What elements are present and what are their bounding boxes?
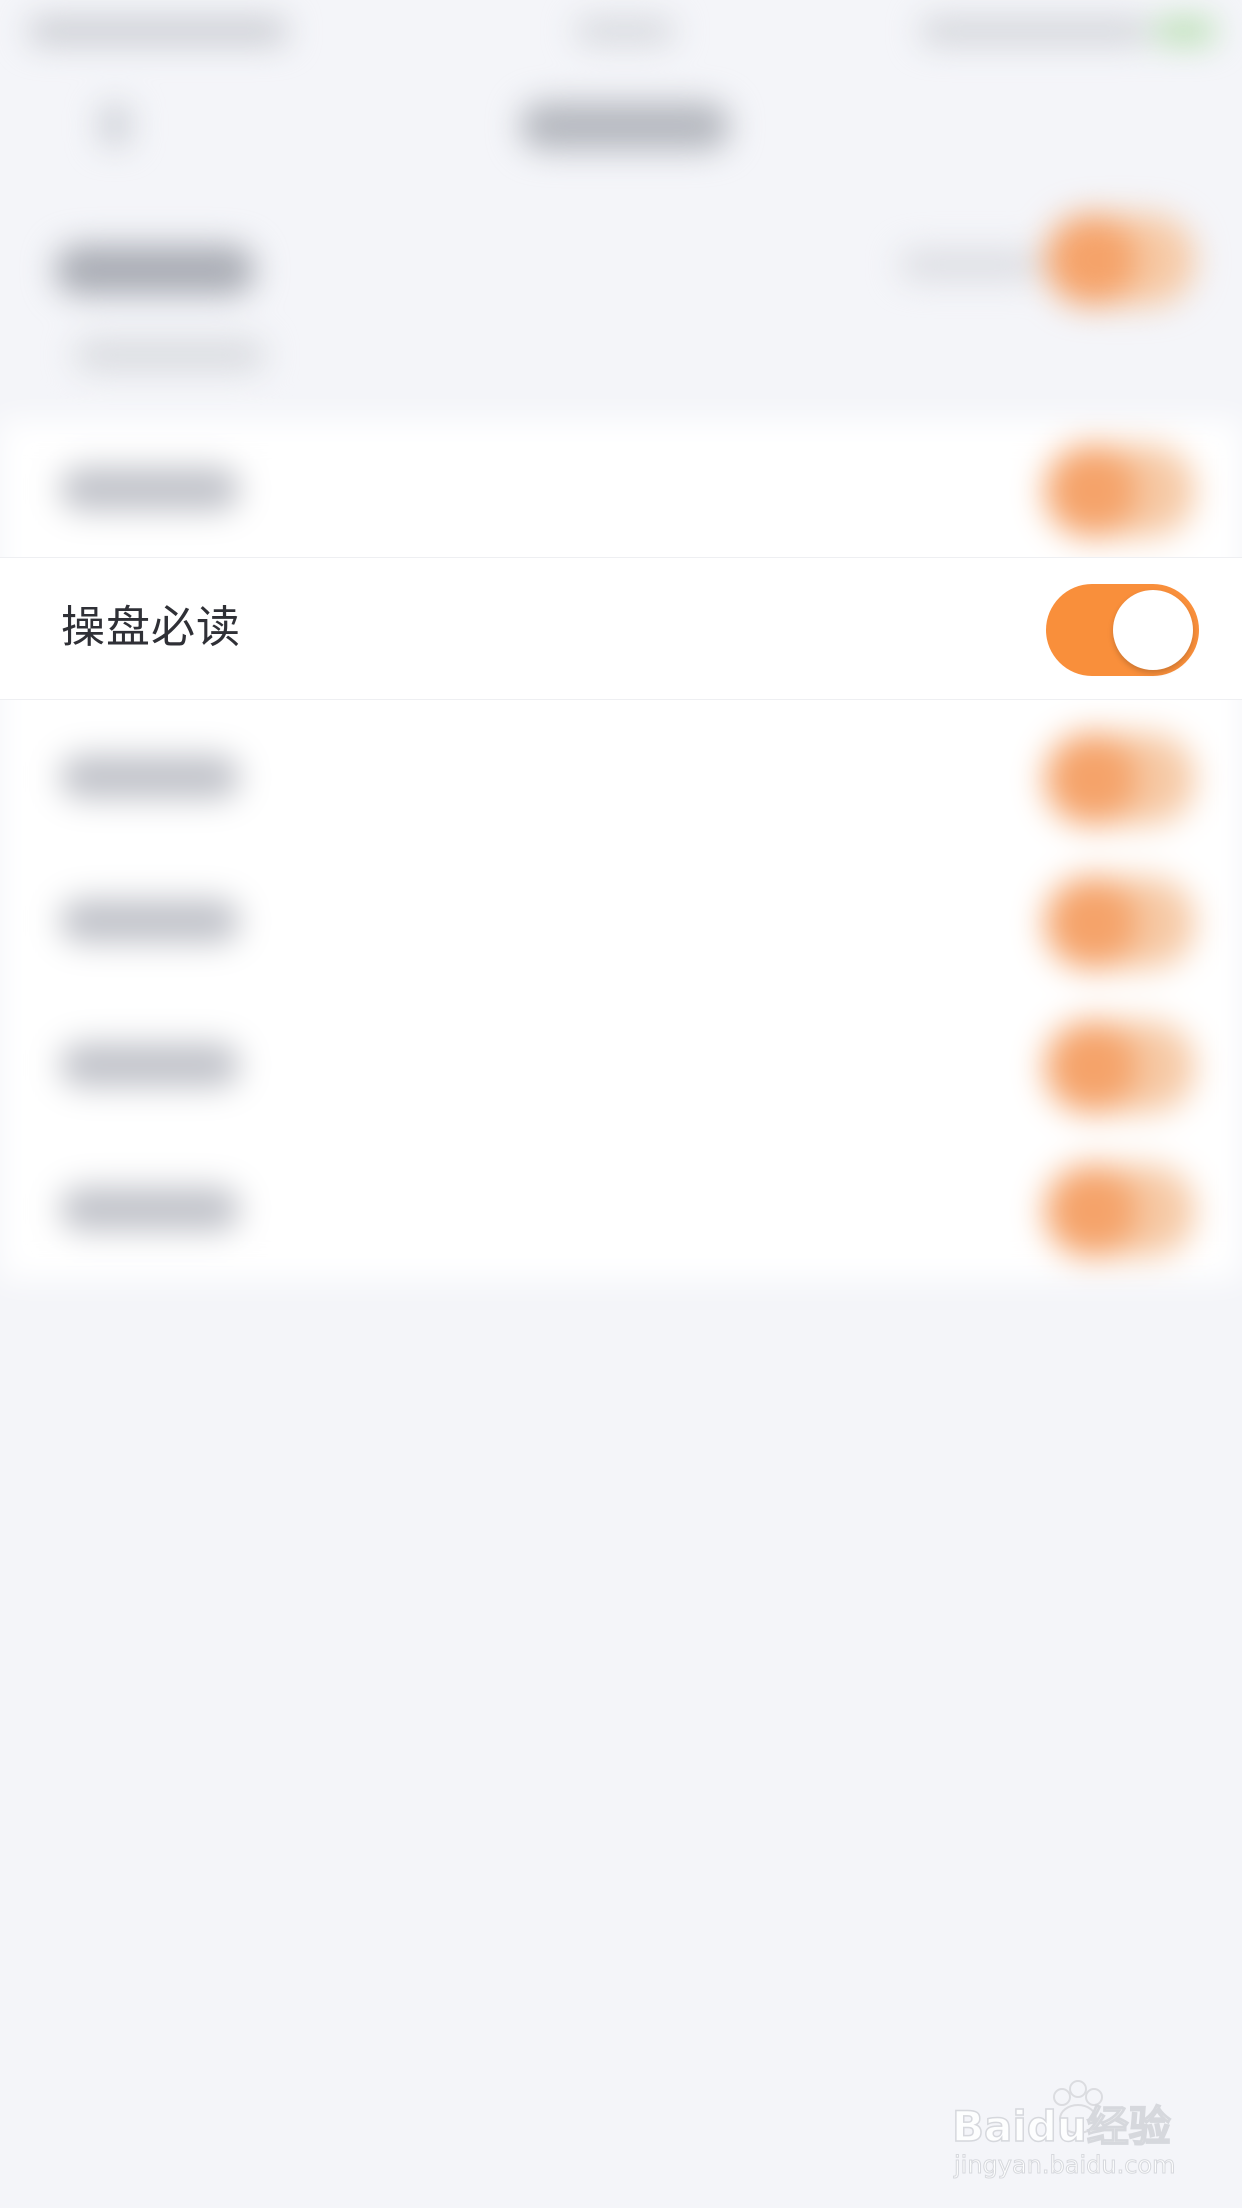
settings-row-label [60, 755, 240, 799]
status-time [575, 18, 675, 44]
section-note [900, 250, 1040, 280]
navigation-bar [0, 60, 1242, 190]
blurred-background [0, 0, 1242, 2208]
settings-row [0, 415, 1242, 559]
settings-list [0, 420, 1242, 1280]
status-carrier [28, 18, 288, 44]
section-header [0, 190, 1242, 420]
master-toggle[interactable] [1045, 214, 1195, 306]
watermark-logo: Baidu经验 jingyan.baidu.com [951, 2080, 1176, 2180]
settings-row [0, 1135, 1242, 1279]
section-subtitle [75, 340, 265, 370]
setting-row-caopan-bidu[interactable]: 操盘必读 [0, 557, 1242, 700]
status-indicators [920, 18, 1150, 44]
settings-row-label [60, 1187, 240, 1231]
settings-row [0, 703, 1242, 847]
caopan-bidu-toggle[interactable] [1046, 584, 1199, 676]
master-toggle-row [0, 184, 1242, 328]
status-bar [0, 0, 1242, 60]
setting-row-label: 操盘必读 [61, 602, 241, 653]
settings-row-toggle[interactable] [1045, 445, 1195, 537]
settings-row [0, 991, 1242, 1135]
watermark-url: jingyan.baidu.com [953, 2151, 1175, 2179]
page-title [520, 102, 730, 150]
settings-row-label [60, 467, 240, 511]
settings-row-toggle[interactable] [1045, 733, 1195, 825]
settings-row-label [60, 899, 240, 943]
settings-row-toggle[interactable] [1045, 1021, 1195, 1113]
toggle-knob [1113, 590, 1193, 670]
section-title [55, 245, 255, 295]
settings-row-label [60, 1043, 240, 1087]
baidu-jingyan-watermark: Baidu经验 jingyan.baidu.com [950, 2075, 1210, 2185]
settings-row-toggle[interactable] [1045, 877, 1195, 969]
settings-row [0, 847, 1242, 991]
watermark-brand: Baidu经验 [952, 2102, 1171, 2151]
battery-icon [1155, 18, 1215, 44]
settings-row-toggle[interactable] [1045, 1165, 1195, 1257]
back-icon[interactable] [100, 105, 130, 145]
